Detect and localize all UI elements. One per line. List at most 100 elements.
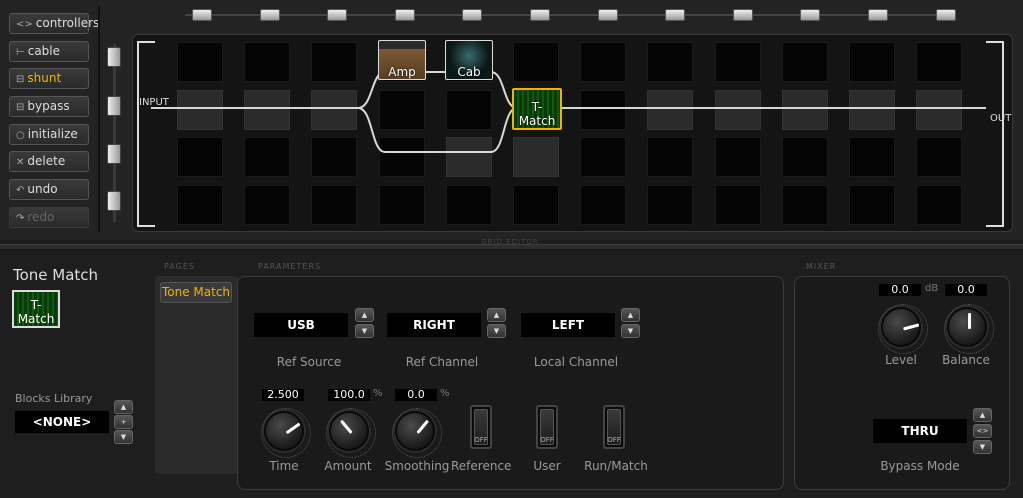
time-value[interactable]: 2.500 <box>262 389 304 401</box>
ref-channel-label: Ref Channel <box>405 355 479 369</box>
local-channel-select[interactable]: LEFT <box>521 313 615 337</box>
row-slider-3[interactable] <box>107 144 121 164</box>
cable-icon: ⊢ <box>16 47 25 58</box>
blocks-library-up-button[interactable]: ▲ <box>114 400 133 414</box>
level-value[interactable]: 0.0 <box>879 284 921 296</box>
user-label: User <box>533 459 561 473</box>
level-label: Level <box>885 353 917 367</box>
smoothing-unit: % <box>440 388 450 399</box>
smoothing-knob[interactable] <box>392 408 442 458</box>
time-knob[interactable] <box>261 408 311 458</box>
section-divider[interactable] <box>0 244 1023 250</box>
ref-channel-down-button[interactable]: ▼ <box>487 324 506 338</box>
reference-label: Reference <box>451 459 512 473</box>
initialize-button[interactable]: ○ initialize <box>9 124 89 145</box>
cab-block-label: Cab <box>457 65 481 79</box>
blocks-library-select[interactable]: <NONE> <box>15 411 109 433</box>
cab-block[interactable]: Cab <box>445 40 493 80</box>
output-bracket <box>986 41 1004 227</box>
block-title: Tone Match <box>13 266 99 284</box>
ref-source-up-button[interactable]: ▲ <box>355 308 374 322</box>
column-slider[interactable] <box>935 9 956 21</box>
amount-unit: % <box>373 388 383 399</box>
ref-channel-up-button[interactable]: ▲ <box>487 308 506 322</box>
level-unit: dB <box>925 283 939 294</box>
page-tab-tone-match[interactable]: Tone Match <box>160 282 232 303</box>
parameters-panel: USB ▲ ▼ Ref Source RIGHT ▲ ▼ Ref Channel… <box>237 276 784 490</box>
signal-cables <box>151 71 986 153</box>
column-slider[interactable] <box>868 9 888 21</box>
ref-source-select[interactable]: USB <box>254 313 348 337</box>
local-channel-up-button[interactable]: ▲ <box>621 308 640 322</box>
bypass-mode-select[interactable]: THRU <box>873 419 967 443</box>
column-slider[interactable] <box>462 9 483 21</box>
selected-block-icon-label: T-Match <box>17 298 55 326</box>
bypass-icon: ⊟ <box>16 102 25 113</box>
time-label: Time <box>269 459 299 473</box>
balance-label: Balance <box>942 353 990 367</box>
tone-match-block[interactable]: T-Match <box>512 88 562 130</box>
user-switch[interactable]: OFF <box>536 405 558 449</box>
swap-icon: <> <box>16 19 33 30</box>
grid-editor-area: <> controllers ⊢ cable ⊟ shunt ⊟ bypass ○ ini… <box>0 0 1023 246</box>
amount-value[interactable]: 100.0 <box>328 389 370 401</box>
shunt-button[interactable]: ⊟ shunt <box>9 68 89 89</box>
amp-block-label: Amp <box>388 65 416 79</box>
smoothing-label: Smoothing <box>384 459 450 473</box>
toolbar-separator <box>98 6 100 232</box>
ref-channel-select[interactable]: RIGHT <box>387 313 481 337</box>
bypass-mode-swap-button[interactable]: <> <box>973 424 992 438</box>
row-slider-1[interactable] <box>107 47 121 67</box>
bypass-mode-label: Bypass Mode <box>880 459 960 473</box>
circle-icon: ○ <box>16 130 25 141</box>
local-channel-label: Local Channel <box>533 355 619 369</box>
output-label: OUT <box>990 113 1012 124</box>
row-slider-2[interactable] <box>107 96 121 116</box>
shunt-icon: ⊟ <box>16 74 25 85</box>
amount-label: Amount <box>324 459 372 473</box>
ref-source-down-button[interactable]: ▼ <box>355 324 374 338</box>
x-icon: ✕ <box>16 157 25 168</box>
column-slider[interactable] <box>192 9 212 21</box>
redo-icon: ↷ <box>16 213 25 224</box>
reference-switch[interactable]: OFF <box>470 405 492 449</box>
controllers-button[interactable]: <> controllers <box>9 13 99 34</box>
column-slider[interactable] <box>394 9 415 21</box>
delete-button[interactable]: ✕ delete <box>9 151 89 172</box>
cable-button[interactable]: ⊢ cable <box>9 41 89 62</box>
tone-match-block-label: T-Match <box>518 100 556 128</box>
bypass-mode-up-button[interactable]: ▲ <box>973 408 992 422</box>
pages-panel <box>155 276 239 474</box>
ref-source-label: Ref Source <box>276 355 342 369</box>
column-slider[interactable] <box>259 9 280 21</box>
blocks-library-label: Blocks Library <box>15 392 93 405</box>
column-slider[interactable] <box>800 9 821 21</box>
mixer-panel: 0.0 dB Level 0.0 Balance THRU ▲ <> ▼ Byp… <box>794 276 1010 490</box>
undo-button[interactable]: ↶ undo <box>9 179 89 200</box>
column-slider[interactable] <box>732 9 753 21</box>
blocks-library-down-button[interactable]: ▼ <box>114 430 133 444</box>
column-slider-rail <box>185 14 955 16</box>
redo-button[interactable]: ↷ redo <box>9 207 89 228</box>
amount-knob[interactable] <box>326 408 376 458</box>
grid[interactable]: INPUT OUT Amp Cab T-Match <box>132 34 1013 232</box>
blocks-library-add-button[interactable]: + <box>114 415 133 429</box>
amp-block[interactable]: Amp <box>378 40 426 80</box>
pages-label: PAGES <box>164 262 195 271</box>
balance-value[interactable]: 0.0 <box>945 284 987 296</box>
row-slider-4[interactable] <box>107 191 121 211</box>
parameters-label: PARAMETERS <box>258 262 322 271</box>
column-slider[interactable] <box>597 9 618 21</box>
mixer-label: MIXER <box>806 262 837 271</box>
smoothing-value[interactable]: 0.0 <box>395 389 437 401</box>
bypass-button[interactable]: ⊟ bypass <box>9 96 89 117</box>
level-knob[interactable] <box>878 304 928 354</box>
bypass-mode-down-button[interactable]: ▼ <box>973 440 992 454</box>
run-match-switch[interactable]: OFF <box>603 405 625 449</box>
column-slider[interactable] <box>665 9 686 21</box>
input-bracket <box>137 41 155 227</box>
column-slider[interactable] <box>327 9 348 21</box>
local-channel-down-button[interactable]: ▼ <box>621 324 640 338</box>
column-slider[interactable] <box>530 9 550 21</box>
balance-knob[interactable] <box>944 304 994 354</box>
